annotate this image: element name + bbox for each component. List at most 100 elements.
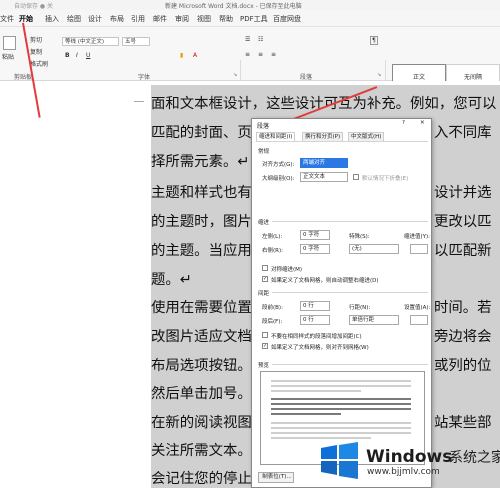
quick-access-toolbar[interactable]: 自动保存 ● 关 (14, 1, 53, 10)
align-left-icon[interactable]: ≡ (245, 51, 250, 58)
watermark-subtitle: 系统之家 (449, 450, 500, 466)
indent-by-input[interactable] (410, 244, 428, 254)
watermark-brand: Windows (366, 447, 453, 467)
indent-heading: 缩进 (258, 220, 270, 226)
preview-line (271, 427, 411, 429)
snap-to-grid-label: 如果定义了文档网格，则对齐到网格(W) (271, 345, 369, 351)
indent-right-input[interactable]: 0 字符 (300, 244, 330, 254)
special-indent-label: 特殊(S): (349, 234, 370, 240)
menu-help[interactable]: 帮助 (219, 14, 233, 24)
menu-baidu-netdisk[interactable]: 百度网盘 (273, 14, 301, 24)
menu-mailings[interactable]: 邮件 (153, 14, 167, 24)
font-color-icon[interactable]: A (193, 52, 197, 59)
align-center-icon[interactable]: ≡ (258, 51, 263, 58)
font-name-select[interactable]: 等线 (中文正文) (62, 37, 119, 46)
doc-line: 的主题时，图片 (151, 214, 252, 230)
tab-indents-spacing[interactable]: 缩进和间距(I) (256, 132, 296, 141)
format-painter-button[interactable]: 格式刷 (30, 59, 48, 68)
tab-asian-typography[interactable]: 中文版式(H) (348, 132, 385, 141)
snap-to-grid-checkbox[interactable]: ✓ (262, 343, 268, 349)
align-right-icon[interactable]: ≡ (271, 51, 276, 58)
menu-pdf-tools[interactable]: PDF工具 (240, 14, 268, 24)
indent-right-label: 右侧(R): (262, 248, 283, 254)
menu-view[interactable]: 视图 (197, 14, 211, 24)
cut-button[interactable]: 剪切 (30, 35, 42, 44)
tabs-button[interactable]: 制表位(T)... (258, 472, 294, 483)
no-space-same-style-label: 不要在相同样式的段落间增加间距(C) (271, 334, 362, 340)
auto-adjust-checkbox[interactable]: ✓ (262, 276, 268, 282)
margin-marker (134, 101, 144, 102)
doc-line: 然后单击加号。 (151, 386, 252, 402)
doc-line-fragment: 设计并选 (434, 185, 492, 201)
menu-references[interactable]: 引用 (131, 14, 145, 24)
preview-line (271, 413, 341, 415)
preview-line (271, 403, 411, 405)
menu-insert[interactable]: 插入 (45, 14, 59, 24)
preview-line (271, 398, 411, 400)
doc-line: 匹配的封面、页 (151, 125, 252, 141)
doc-line: 在新的阅读视图 (151, 415, 252, 431)
bullets-icon[interactable]: ☰ (245, 36, 250, 43)
doc-line-fragment: 以匹配新 (434, 243, 492, 259)
show-marks-icon[interactable]: ¶ (370, 36, 378, 45)
menu-design[interactable]: 设计 (88, 14, 102, 24)
highlight-icon[interactable]: ▮ (180, 52, 183, 59)
dialog-help-button[interactable]: ? (402, 120, 405, 126)
spacing-heading: 间距 (258, 291, 270, 297)
alignment-label: 对齐方式(G): (262, 162, 295, 168)
spacing-at-input[interactable] (410, 315, 428, 325)
menu-draw[interactable]: 绘图 (67, 14, 81, 24)
collapsed-label: 默认情况下折叠(E) (362, 176, 409, 182)
font-dialog-launcher-icon[interactable]: ↘ (233, 72, 237, 78)
paragraph-group-label: 段落 (300, 74, 313, 81)
paragraph-dialog-launcher-icon[interactable]: ↘ (377, 72, 381, 78)
special-indent-select[interactable]: (无) (349, 244, 399, 254)
outline-level-select[interactable]: 正文文本 (300, 172, 348, 182)
indent-by-label: 缩进值(Y): (404, 234, 431, 240)
doc-line-fragment: 时间。若 (434, 300, 492, 316)
spacing-before-input[interactable]: 0 行 (300, 301, 330, 311)
doc-line-fragment: 旁边将会 (434, 329, 492, 345)
numbering-icon[interactable]: ☷ (258, 36, 263, 43)
underline-icon[interactable]: U (86, 52, 90, 59)
doc-line-fragment: 入不同库 (434, 125, 492, 141)
preview-line (271, 385, 411, 387)
doc-line: 题。↵ (151, 272, 192, 288)
preview-heading: 预览 (258, 363, 270, 369)
doc-line-fragment: 更改以匹 (434, 214, 492, 230)
doc-line: 布局选项按钮。 (151, 358, 252, 374)
outline-level-label: 大纲级别(O): (262, 176, 295, 182)
mirror-indent-label: 对称缩进(M) (271, 267, 303, 273)
tab-line-page-breaks[interactable]: 换行和分页(P) (302, 132, 344, 141)
menu-review[interactable]: 审阅 (175, 14, 189, 24)
line-spacing-select[interactable]: 单倍行距 (349, 315, 399, 325)
font-group-label: 字体 (138, 74, 151, 81)
doc-line: 面和文本框设计，这些设计可互为补充。例如，您可以 (151, 96, 497, 112)
collapsed-checkbox[interactable] (353, 174, 359, 180)
section-divider (272, 292, 428, 293)
preview-line (271, 432, 411, 434)
font-size-select[interactable]: 五号 (122, 37, 150, 46)
italic-icon[interactable]: I (76, 52, 78, 59)
bold-icon[interactable]: B (65, 52, 70, 59)
line-spacing-label: 行距(N): (349, 305, 371, 311)
mirror-indent-checkbox[interactable] (262, 265, 268, 271)
indent-left-input[interactable]: 0 字符 (300, 230, 330, 240)
paste-icon[interactable] (3, 36, 16, 50)
dialog-close-button[interactable]: ✕ (420, 120, 425, 126)
doc-line-fragment: 或列的位 (434, 358, 492, 374)
no-space-same-style-checkbox[interactable] (262, 332, 268, 338)
paste-label[interactable]: 粘贴 (2, 52, 14, 61)
menu-bar: 文件 开始 插入 绘图 设计 布局 引用 邮件 审阅 视图 帮助 PDF工具 百… (0, 10, 500, 27)
copy-button[interactable]: 复制 (30, 47, 42, 56)
windows-logo-icon (321, 442, 358, 479)
doc-line: 主题和样式也有 (151, 185, 252, 201)
menu-layout[interactable]: 布局 (110, 14, 124, 24)
alignment-select[interactable]: 两端对齐 (300, 158, 348, 168)
doc-line: 会记住您的停止 (151, 471, 252, 487)
spacing-after-input[interactable]: 0 行 (300, 315, 330, 325)
auto-adjust-label: 如果定义了文档网格，则自动调整右缩进(D) (271, 278, 379, 284)
menu-file[interactable]: 文件 (0, 14, 14, 24)
spacing-before-label: 段前(B): (262, 305, 283, 311)
preview-line (271, 437, 371, 439)
